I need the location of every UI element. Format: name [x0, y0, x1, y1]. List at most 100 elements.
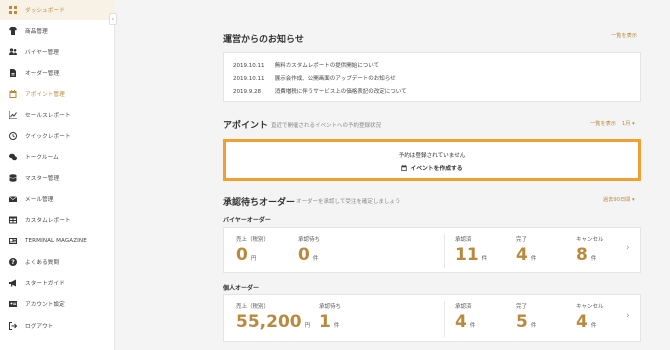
- sidebar-item-mail[interactable]: メール管理: [0, 189, 115, 209]
- sidebar-item-label: トークルーム: [25, 155, 59, 161]
- notice-text: 無料カスタムレポートの提供開始について: [274, 63, 380, 69]
- notices-card: 2019.10.11 無料カスタムレポートの提供開始について 2019.10.1…: [223, 52, 641, 102]
- megaphone-icon: [9, 279, 17, 287]
- stat-value: 1件: [319, 312, 340, 332]
- create-event-button[interactable]: イベントを作成する: [226, 163, 638, 172]
- sidebar-item-custom-report[interactable]: カスタムレポート: [0, 210, 115, 230]
- appointments-title: アポイント: [223, 121, 269, 131]
- question-icon: ?: [9, 258, 17, 266]
- clock-icon: [9, 132, 17, 140]
- personal-pending-stat: 承認待ち 1件: [319, 302, 341, 331]
- calendar-icon: [9, 90, 17, 98]
- stat-label: 売上（税別）: [236, 304, 270, 310]
- sidebar-item-talk-room[interactable]: トークルーム: [0, 147, 115, 167]
- appointments-view-all-link[interactable]: 一覧を表示: [590, 120, 616, 127]
- sidebar-item-label: メール管理: [25, 197, 54, 203]
- stat-label: 承認待ち: [319, 304, 342, 310]
- document-icon: [9, 69, 17, 77]
- stat-value: 55,200 円: [236, 312, 311, 332]
- database-icon: [9, 174, 17, 182]
- sidebar-item-dashboard[interactable]: ダッシュボード: [0, 0, 115, 20]
- personal-orders-card[interactable]: 売上（税別） 55,200 円 承認待ち 1件 承認済 4件 完了 5件 キャンセ…: [223, 294, 641, 342]
- notices-view-all-link[interactable]: 一覧を表示: [611, 32, 637, 39]
- calendar-icon: [401, 165, 408, 171]
- id-card-icon: [9, 300, 17, 308]
- notice-item[interactable]: 2019.10.11 無料カスタムレポートの提供開始について: [233, 61, 379, 69]
- appointments-empty-text: 予約は登録されていません: [398, 153, 466, 159]
- sidebar-item-label: 商品管理: [25, 29, 48, 35]
- notice-date: 2019.10.11: [233, 63, 265, 69]
- personal-orders-heading: 個人オーダー: [223, 285, 260, 292]
- grid-icon: [9, 6, 17, 14]
- buyer-orders-heading: バイヤーオーダー: [223, 217, 271, 224]
- chat-icon: [9, 153, 17, 161]
- appointments-empty-box: 予約は登録されていません イベントを作成する: [223, 139, 641, 181]
- sidebar-item-account-settings[interactable]: アカウント設定: [0, 294, 115, 314]
- sidebar-item-label: ログアウト: [25, 324, 54, 330]
- chevron-right-icon[interactable]: ›: [626, 243, 630, 253]
- sidebar-item-quick-report[interactable]: クイックレポート: [0, 126, 115, 146]
- sidebar-item-sales-report[interactable]: セールスレポート: [0, 105, 115, 125]
- logout-icon: [9, 322, 17, 330]
- create-event-label: イベントを作成する: [410, 166, 463, 172]
- appointments-period-select[interactable]: 1月 ▾: [622, 120, 635, 127]
- shirt-icon: [9, 27, 17, 35]
- sidebar-item-start-guide[interactable]: スタートガイド: [0, 273, 115, 293]
- sidebar-item-label: スタートガイド: [25, 281, 65, 287]
- sidebar-item-label: クイックレポート: [25, 134, 71, 140]
- sidebar-item-terminal-magazine[interactable]: TERMINAL MAGAZINE: [0, 231, 115, 251]
- sidebar-item-orders[interactable]: オーダー管理: [0, 63, 115, 83]
- stat-label: キャンセル: [576, 237, 604, 243]
- table-icon: [9, 216, 17, 224]
- stat-label: 承認済: [455, 304, 472, 310]
- chevron-right-icon[interactable]: ›: [626, 311, 630, 321]
- stat-value: 8件: [576, 245, 597, 265]
- buyer-orders-card[interactable]: 売上（税別） 0円 承認待ち 0件 承認済 11 件 完了 4件 キャンセル 8件…: [223, 227, 641, 273]
- buyer-pending-stat: 承認待ち 0件: [298, 235, 320, 264]
- stat-value: 0円: [236, 245, 257, 265]
- stat-value: 4件: [455, 312, 476, 332]
- notice-text: 展示会作成、公開画面のアップデートのお知らせ: [274, 76, 396, 82]
- personal-sales-stat: 売上（税別） 55,200 円: [236, 302, 310, 331]
- mail-icon: [9, 195, 17, 203]
- buyer-cancel-stat: キャンセル 8件: [576, 235, 604, 264]
- sidebar-item-label: TERMINAL MAGAZINE: [25, 238, 87, 244]
- sidebar-item-appointments[interactable]: アポイント管理: [0, 84, 115, 104]
- notice-item[interactable]: 2019.10.11 展示会作成、公開画面のアップデートのお知らせ: [233, 74, 396, 82]
- users-icon: [9, 48, 17, 56]
- notice-date: 2019.10.11: [233, 76, 265, 82]
- pending-orders-subtitle: オーダーを承認して受注を確定しましょう: [296, 199, 401, 205]
- pending-orders-title: 承認待ちオーダー: [223, 198, 296, 208]
- sidebar-item-logout[interactable]: ログアウト: [0, 316, 115, 336]
- sidebar-item-faq[interactable]: ? よくある質問: [0, 252, 115, 272]
- sidebar-item-label: カスタムレポート: [25, 218, 71, 224]
- sidebar-item-label: マスター管理: [25, 176, 60, 182]
- notice-date: 2019.9.28: [233, 89, 261, 95]
- divider: [444, 301, 445, 337]
- sidebar-item-master[interactable]: マスター管理: [0, 168, 115, 188]
- pending-orders-period-select[interactable]: 過去90日間 ▾: [603, 196, 635, 203]
- stat-label: 売上（税別）: [236, 237, 270, 243]
- buyer-done-stat: 完了 4件: [516, 235, 536, 264]
- notices-title: 運営からのお知らせ: [223, 35, 304, 45]
- stat-label: 完了: [516, 304, 528, 310]
- stat-label: 承認待ち: [298, 237, 321, 243]
- stat-value: 11 件: [455, 245, 488, 265]
- stat-value: 0件: [298, 245, 319, 265]
- stat-value: 5件: [516, 312, 537, 332]
- sidebar-item-label: よくある質問: [25, 260, 60, 266]
- sidebar-item-products[interactable]: 商品管理: [0, 21, 115, 41]
- sidebar-item-label: セールスレポート: [25, 113, 71, 119]
- sidebar-item-label: バイヤー管理: [25, 50, 59, 56]
- buyer-sales-stat: 売上（税別） 0円: [236, 235, 269, 264]
- stat-label: キャンセル: [576, 304, 604, 310]
- sidebar-item-buyers[interactable]: バイヤー管理: [0, 42, 115, 62]
- personal-cancel-stat: キャンセル 4件: [576, 302, 604, 331]
- notice-item[interactable]: 2019.9.28 消費増税に伴うサービス上の価格表記の改定について: [233, 87, 407, 95]
- buyer-approved-stat: 承認済 11 件: [455, 235, 487, 264]
- notice-text: 消費増税に伴うサービス上の価格表記の改定について: [274, 89, 407, 95]
- stat-label: 完了: [516, 237, 528, 243]
- personal-done-stat: 完了 5件: [516, 302, 536, 331]
- svg-text:?: ?: [11, 259, 15, 266]
- sidebar: ダッシュボード 商品管理 バイヤー管理 オーダー管理 アポイント管理 セールスレ…: [0, 0, 117, 350]
